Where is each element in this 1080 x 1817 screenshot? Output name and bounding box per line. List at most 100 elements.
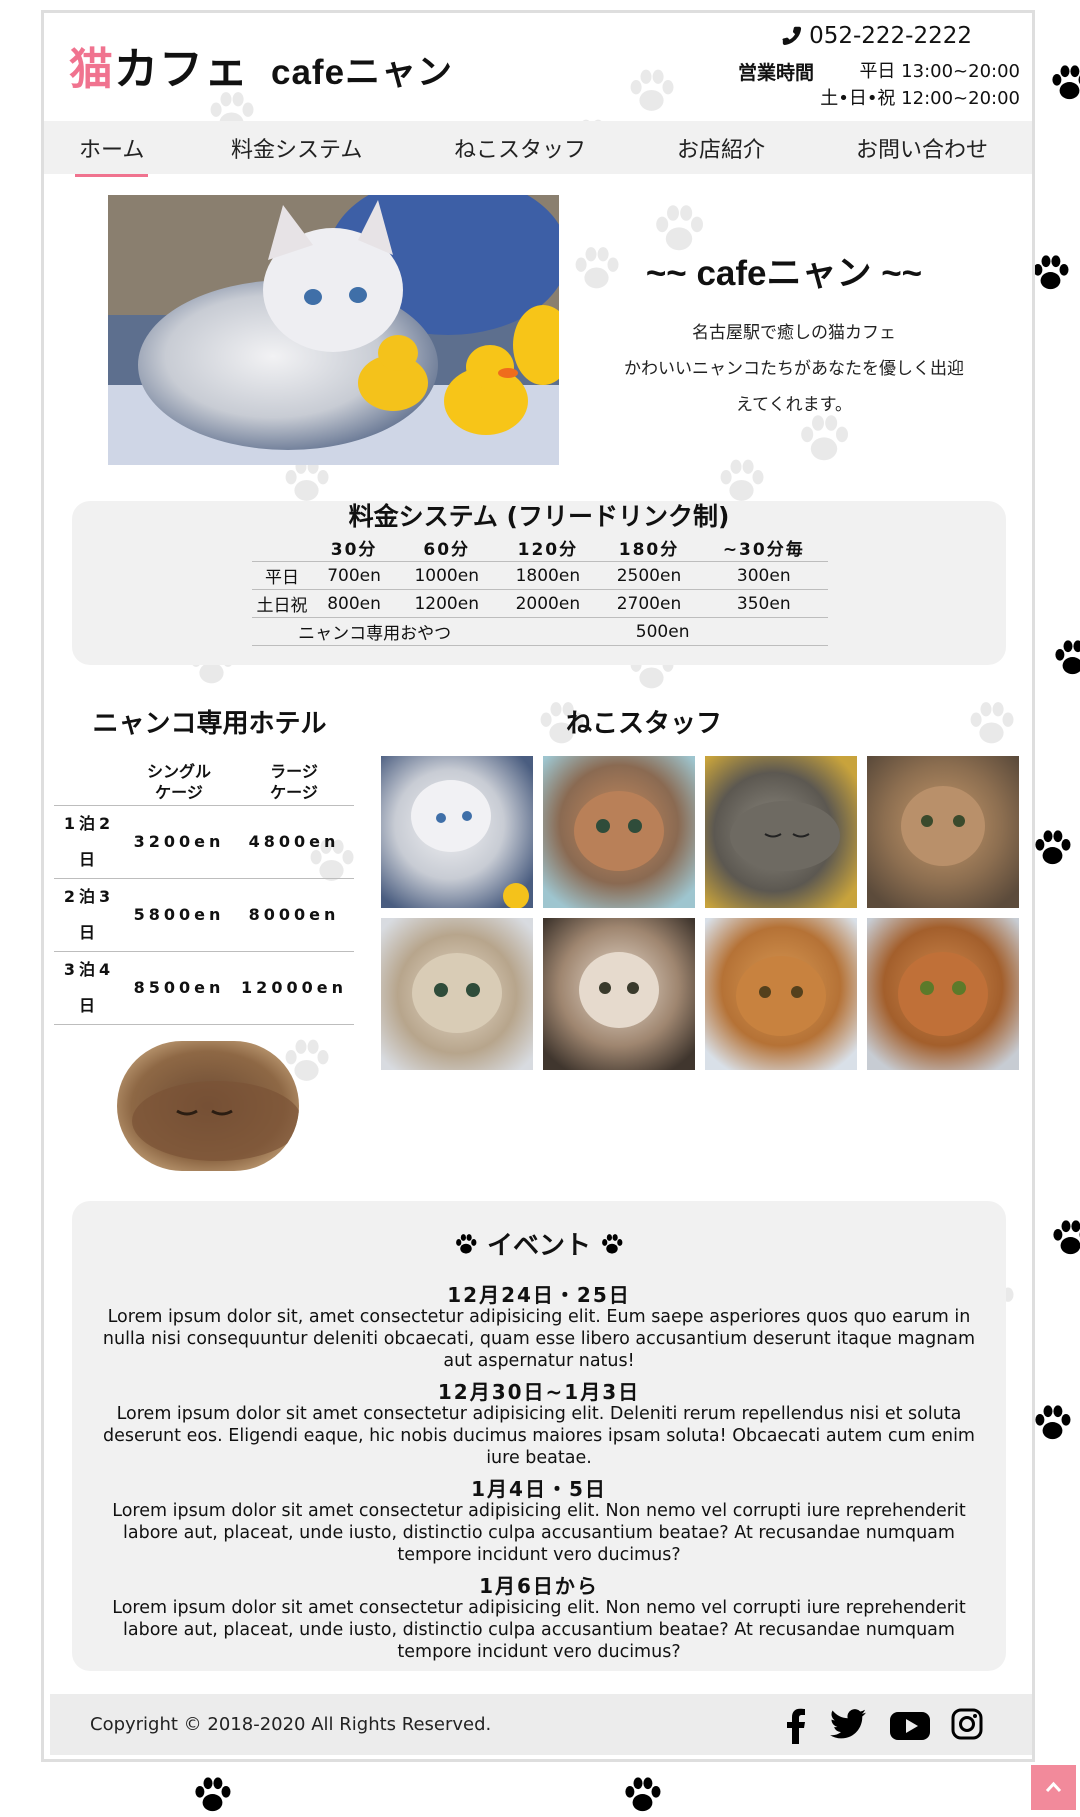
event-text: Lorem ipsum dolor sit amet consectetur a… bbox=[103, 1404, 975, 1468]
nav-item-pricing[interactable]: 料金システム bbox=[231, 132, 362, 164]
row-label: 3泊4日 bbox=[54, 951, 124, 1025]
paw-decoration-icon bbox=[1047, 55, 1080, 110]
nav-item-about[interactable]: お店紹介 bbox=[677, 132, 765, 164]
table-cell: 4800en bbox=[234, 805, 354, 879]
paw-decoration-icon bbox=[620, 1772, 665, 1817]
staff-cat-photo[interactable] bbox=[543, 918, 695, 1070]
event-date: 1月4日・5日 bbox=[471, 1477, 607, 1501]
events-title-text: イベント bbox=[486, 1231, 591, 1261]
paw-decoration-icon bbox=[964, 693, 1019, 753]
row-label: 1泊2日 bbox=[54, 805, 124, 879]
pricing-table: 30分 60分 120分 180分 ~30分毎 平日 700en 1000en … bbox=[252, 533, 828, 646]
staff-cat-photo[interactable] bbox=[705, 756, 857, 908]
phone-number[interactable]: 052-222-2222 bbox=[781, 23, 972, 49]
copyright: Copyright © 2018-2020 All Rights Reserve… bbox=[90, 1714, 492, 1735]
event-text: Lorem ipsum dolor sit amet consectetur a… bbox=[112, 1598, 966, 1662]
paw-decoration-icon bbox=[624, 58, 679, 123]
hotel-table: シングル ケージ ラージ ケージ 1泊2日 3200en 4800en 2泊3日… bbox=[54, 759, 354, 1025]
events-panel: イベント 12月24日・25日 Lorem ipsum dolor sit, a… bbox=[72, 1201, 1006, 1671]
table-cell: 300en bbox=[699, 561, 828, 590]
staff-cat-photo[interactable] bbox=[381, 918, 533, 1070]
table-header: 120分 bbox=[497, 533, 599, 562]
table-cell: 1800en bbox=[497, 561, 599, 590]
site-logo[interactable]: 猫カフェ cafeニャン bbox=[69, 33, 453, 97]
paw-decoration-icon bbox=[794, 408, 854, 468]
table-header bbox=[252, 533, 312, 562]
twitter-icon[interactable] bbox=[830, 1708, 866, 1740]
table-row: 平日 700en 1000en 1800en 2500en 300en bbox=[252, 561, 828, 590]
hours-label: 営業時間 bbox=[738, 62, 815, 84]
table-row: 土日祝 800en 1200en 2000en 2700en 350en bbox=[252, 589, 828, 618]
row-label: 土日祝 bbox=[252, 589, 312, 618]
staff-cat-photo[interactable] bbox=[543, 756, 695, 908]
paw-decoration-icon bbox=[190, 1772, 235, 1817]
table-cell: 1000en bbox=[396, 561, 498, 590]
staff-cat-photo[interactable] bbox=[705, 918, 857, 1070]
table-cell: 2700en bbox=[598, 589, 700, 618]
events-title: イベント bbox=[72, 1225, 1006, 1262]
event-date: 1月6日から bbox=[479, 1574, 599, 1598]
instagram-icon[interactable] bbox=[951, 1708, 983, 1740]
table-header: 60分 bbox=[396, 533, 498, 562]
paw-decoration-icon bbox=[1030, 1395, 1075, 1450]
paw-icon bbox=[599, 1231, 625, 1257]
pricing-title: 料金システム (フリードリンク制) bbox=[348, 502, 730, 531]
staff-cat-photo[interactable] bbox=[867, 918, 1019, 1070]
table-row: 2泊3日 5800en 8000en bbox=[54, 878, 354, 952]
nav-item-staff[interactable]: ねこスタッフ bbox=[454, 132, 586, 164]
staff-title: ねこスタッフ bbox=[565, 709, 722, 739]
hero-text-line: かわいいニャンコたちがあなたを優しく出迎 bbox=[624, 359, 964, 379]
hours-weekday: 平日 13:00~20:00 bbox=[859, 61, 1020, 82]
hotel-title: ニャンコ専用ホテル bbox=[92, 709, 327, 739]
phone-icon bbox=[782, 26, 802, 46]
table-header bbox=[54, 759, 124, 806]
hero-text-line: えてくれます。 bbox=[736, 395, 852, 415]
table-cell: 8000en bbox=[234, 878, 354, 952]
table-cell: 350en bbox=[699, 589, 828, 618]
table-row: ニャンコ専用おやつ 500en bbox=[252, 617, 828, 646]
event-date: 12月24日・25日 bbox=[447, 1283, 631, 1307]
table-header: 180分 bbox=[598, 533, 700, 562]
pricing-panel: 料金システム (フリードリンク制) 30分 60分 120分 180分 ~30分… bbox=[72, 501, 1006, 665]
hero-title: ~~ cafeニャン ~~ bbox=[645, 254, 923, 293]
snack-price: 500en bbox=[497, 617, 828, 646]
paw-decoration-icon bbox=[1050, 630, 1080, 685]
event-date: 12月30日~1月3日 bbox=[437, 1380, 641, 1404]
back-to-top-button[interactable] bbox=[1031, 1765, 1076, 1810]
snack-label: ニャンコ専用おやつ bbox=[252, 617, 498, 646]
hero-cat-image bbox=[108, 195, 559, 465]
logo-main: カフェ bbox=[114, 45, 249, 94]
staff-cat-photo[interactable] bbox=[381, 756, 533, 908]
paw-decoration-icon bbox=[1048, 1210, 1080, 1265]
row-label: 2泊3日 bbox=[54, 878, 124, 952]
paw-icon bbox=[453, 1231, 479, 1257]
main-nav: ホーム 料金システム ねこスタッフ お店紹介 お問い合わせ bbox=[44, 121, 1032, 177]
youtube-icon[interactable] bbox=[890, 1712, 930, 1740]
paw-decoration-icon bbox=[1030, 820, 1075, 875]
nav-item-contact[interactable]: お問い合わせ bbox=[856, 132, 988, 164]
event-text: Lorem ipsum dolor sit, amet consectetur … bbox=[102, 1307, 976, 1371]
table-header: 30分 bbox=[312, 533, 397, 562]
hotel-sleeping-cat-image bbox=[117, 1041, 299, 1171]
table-header: ~30分毎 bbox=[699, 533, 828, 562]
table-row: 1泊2日 3200en 4800en bbox=[54, 805, 354, 879]
table-header: シングル ケージ bbox=[124, 759, 234, 806]
staff-cat-photo[interactable] bbox=[867, 756, 1019, 908]
nav-item-home[interactable]: ホーム bbox=[75, 132, 149, 177]
table-cell: 1200en bbox=[396, 589, 498, 618]
hours-holiday: 土•日•祝 12:00~20:00 bbox=[820, 88, 1020, 109]
logo-accent: 猫 bbox=[69, 45, 114, 94]
facebook-icon[interactable] bbox=[786, 1708, 806, 1744]
table-cell: 8500en bbox=[124, 951, 234, 1025]
logo-sub: cafeニャン bbox=[271, 53, 454, 92]
phone-text: 052-222-2222 bbox=[809, 23, 972, 49]
table-cell: 2500en bbox=[598, 561, 700, 590]
table-row: 3泊4日 8500en 12000en bbox=[54, 951, 354, 1025]
table-cell: 800en bbox=[312, 589, 397, 618]
hero-text-line: 名古屋駅で癒しの猫カフェ bbox=[692, 323, 896, 343]
table-cell: 700en bbox=[312, 561, 397, 590]
chevron-up-icon bbox=[1045, 1781, 1062, 1793]
table-cell: 12000en bbox=[234, 951, 354, 1025]
table-cell: 2000en bbox=[497, 589, 599, 618]
footer: Copyright © 2018-2020 All Rights Reserve… bbox=[50, 1694, 1032, 1755]
